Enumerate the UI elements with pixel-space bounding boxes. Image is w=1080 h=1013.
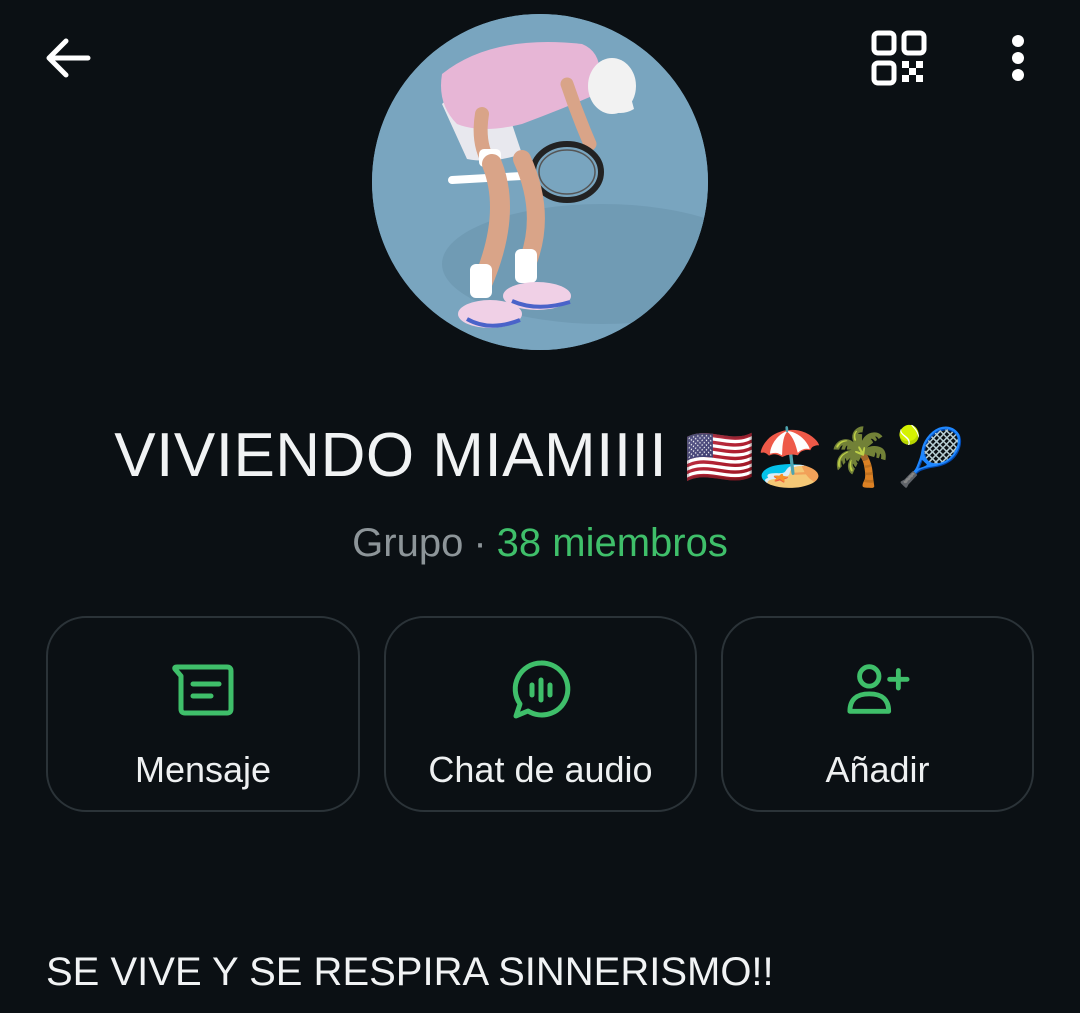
- group-avatar[interactable]: [372, 14, 708, 350]
- group-name-text: VIVIENDO MIAMIIII: [114, 421, 668, 490]
- add-person-icon: [846, 658, 910, 722]
- more-vertical-icon: [1012, 35, 1024, 81]
- group-type: Grupo: [352, 521, 464, 565]
- message-icon: [171, 658, 235, 722]
- group-name-emojis: 🇺🇸🏖️🌴🎾: [684, 425, 966, 490]
- group-name: VIVIENDO MIAMIIII 🇺🇸🏖️🌴🎾: [0, 418, 1080, 496]
- meta-separator: ·: [473, 521, 487, 565]
- more-options-button[interactable]: [990, 26, 1046, 90]
- arrow-left-icon: [46, 38, 91, 78]
- qr-code-icon: [871, 30, 927, 86]
- add-member-button-label: Añadir: [825, 749, 930, 790]
- message-button-label: Mensaje: [134, 749, 272, 790]
- members-count-link[interactable]: 38 miembros: [497, 521, 728, 565]
- group-meta: Grupo · 38 miembros: [0, 518, 1080, 568]
- audio-chat-button[interactable]: Chat de audio: [384, 616, 697, 812]
- audio-chat-button-label: Chat de audio: [428, 749, 653, 790]
- audio-chat-icon: [509, 658, 573, 722]
- add-member-button[interactable]: Añadir: [721, 616, 1034, 812]
- message-button[interactable]: Mensaje: [46, 616, 360, 812]
- tennis-player-photo: [372, 14, 708, 350]
- qr-code-button[interactable]: [866, 26, 932, 90]
- back-button[interactable]: [36, 28, 100, 88]
- group-description: SE VIVE Y SE RESPIRA SINNERISMO!!: [46, 950, 774, 994]
